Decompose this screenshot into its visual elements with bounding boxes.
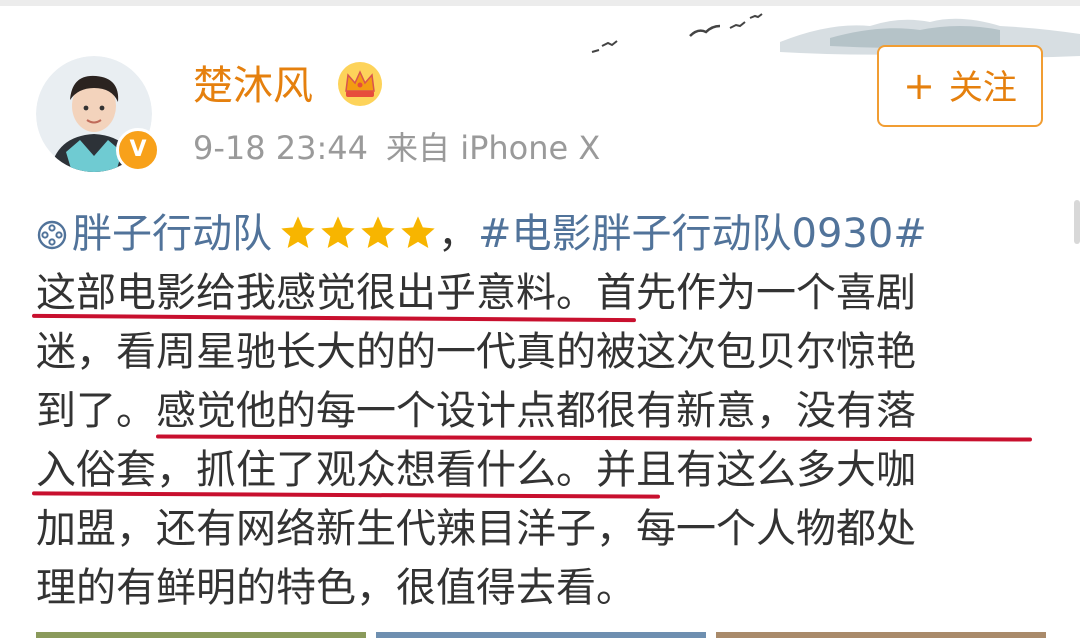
crown-icon[interactable]: [336, 61, 384, 107]
avatar[interactable]: V: [36, 56, 160, 172]
content-line: 入俗套，抓住了观众想看什么。并且有这么多大咖: [36, 447, 916, 493]
film-reel-icon: [37, 220, 67, 250]
top-divider: [0, 0, 1080, 6]
image-thumbnail[interactable]: [376, 632, 706, 638]
username[interactable]: 楚沐风: [193, 56, 313, 116]
content-line: 理的有鲜明的特色，很值得去看。: [36, 565, 636, 611]
follow-button-label: 关注: [948, 68, 1017, 108]
post-source[interactable]: 来自 iPhone X: [386, 129, 600, 167]
verified-badge-icon: V: [116, 128, 160, 172]
topic-link[interactable]: 胖子行动队: [72, 211, 272, 257]
star-icon: [401, 216, 435, 248]
post-content: 胖子行动队 ，#电影胖子行动队0930# 这部电影给我感觉很出乎意料。首先作为一…: [36, 205, 1046, 618]
rating-stars: [278, 205, 438, 264]
image-thumbnail[interactable]: [36, 632, 366, 638]
content-line-topic: 胖子行动队 ，#电影胖子行动队0930#: [36, 205, 1046, 264]
plus-icon: +: [903, 64, 935, 108]
content-line: 到了。感觉他的每一个设计点都很有新意，没有落: [36, 388, 916, 434]
image-thumbnails-strip[interactable]: [0, 632, 1080, 638]
separator: ，: [438, 211, 478, 257]
post-time: 9-18 23:44: [193, 129, 369, 167]
hashtag-link[interactable]: #电影胖子行动队0930#: [478, 211, 927, 257]
image-thumbnail[interactable]: [716, 632, 1046, 638]
star-icon: [321, 216, 355, 248]
follow-button[interactable]: + 关注: [877, 45, 1043, 127]
post-meta: 9-18 23:44 来自 iPhone X: [193, 124, 600, 172]
scrollbar[interactable]: [1074, 200, 1080, 244]
star-icon: [361, 216, 395, 248]
content-line: 加盟，还有网络新生代辣目洋子，每一个人物都处: [36, 506, 916, 552]
star-icon: [281, 216, 315, 248]
content-line: 迷，看周星驰长大的的一代真的被这次包贝尔惊艳: [36, 329, 916, 375]
